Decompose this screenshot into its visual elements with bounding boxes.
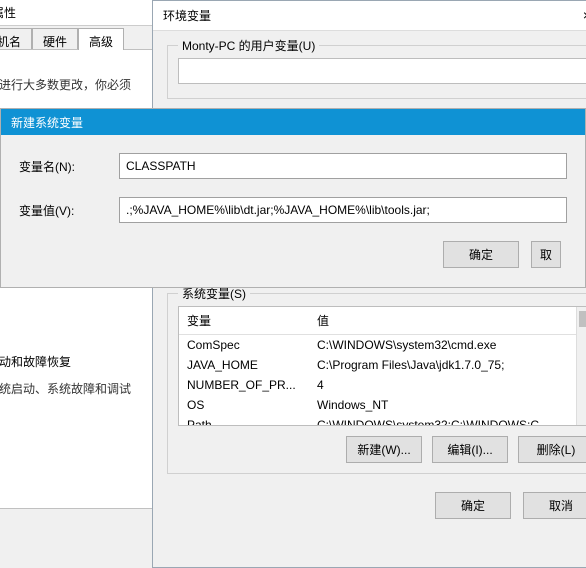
sysprops-hint: 要进行大多数更改，你必须 (0, 62, 161, 93)
envwin-title: 环境变量 (163, 7, 211, 24)
new-system-variable-dialog: 新建系统变量 变量名(N): 变量值(V): 确定 取 (0, 108, 586, 288)
system-variables-table[interactable]: 变量 值 ComSpec C:\WINDOWS\system32\cmd.exe… (178, 306, 586, 426)
variable-name-input[interactable] (119, 153, 567, 179)
tab-advanced[interactable]: 高级 (78, 28, 124, 50)
newvar-title-bar: 新建系统变量 (1, 109, 585, 135)
newvar-ok-button[interactable]: 确定 (443, 241, 519, 268)
ok-button[interactable]: 确定 (435, 492, 511, 519)
newvar-title: 新建系统变量 (11, 114, 83, 131)
table-row[interactable]: NUMBER_OF_PR... 4 (179, 375, 586, 395)
tab-hardware[interactable]: 硬件 (32, 28, 78, 50)
var-value: C:\Program Files\Java\jdk1.7.0_75; (309, 355, 586, 375)
table-row[interactable]: Path C:\WINDOWS\system32;C:\WINDOWS;C (179, 415, 586, 426)
column-header-name[interactable]: 变量 (179, 307, 309, 334)
startup-recovery-desc: 系统启动、系统故障和调试 (0, 378, 161, 397)
variable-value-input[interactable] (119, 197, 567, 223)
system-variables-section: 系统变量(S) 变量 值 ComSpec C:\WINDOWS\system32… (167, 293, 586, 474)
new-sysvar-button[interactable]: 新建(W)... (346, 436, 422, 463)
var-name: NUMBER_OF_PR... (179, 375, 309, 395)
sysprops-title: 系属性 (0, 0, 163, 26)
column-header-value[interactable]: 值 (309, 307, 586, 334)
sysprops-tabs: 算机名 硬件 高级 (0, 28, 124, 50)
variable-value-label: 变量值(V): (19, 202, 119, 219)
envwin-title-bar: 环境变量 × (153, 1, 586, 31)
var-value: C:\WINDOWS\system32;C:\WINDOWS;C (309, 415, 586, 426)
startup-recovery-header: 启动和故障恢复 (0, 353, 161, 370)
edit-sysvar-button[interactable]: 编辑(I)... (432, 436, 508, 463)
var-name: ComSpec (179, 335, 309, 355)
user-variables-legend: Monty-PC 的用户变量(U) (178, 37, 319, 54)
close-icon[interactable]: × (567, 3, 586, 27)
table-row[interactable]: JAVA_HOME C:\Program Files\Java\jdk1.7.0… (179, 355, 586, 375)
var-name: OS (179, 395, 309, 415)
user-variables-table[interactable] (178, 58, 586, 84)
var-name: JAVA_HOME (179, 355, 309, 375)
var-value: C:\WINDOWS\system32\cmd.exe (309, 335, 586, 355)
var-value: 4 (309, 375, 586, 395)
table-row[interactable]: OS Windows_NT (179, 395, 586, 415)
variable-name-label: 变量名(N): (19, 158, 119, 175)
newvar-cancel-button[interactable]: 取 (531, 241, 561, 268)
var-name: Path (179, 415, 309, 426)
tab-computer-name[interactable]: 算机名 (0, 28, 32, 50)
scrollbar[interactable] (576, 307, 586, 425)
table-row[interactable]: ComSpec C:\WINDOWS\system32\cmd.exe (179, 335, 586, 355)
user-variables-section: Monty-PC 的用户变量(U) (167, 45, 586, 99)
delete-sysvar-button[interactable]: 删除(L) (518, 436, 586, 463)
cancel-button[interactable]: 取消 (523, 492, 586, 519)
var-value: Windows_NT (309, 395, 586, 415)
